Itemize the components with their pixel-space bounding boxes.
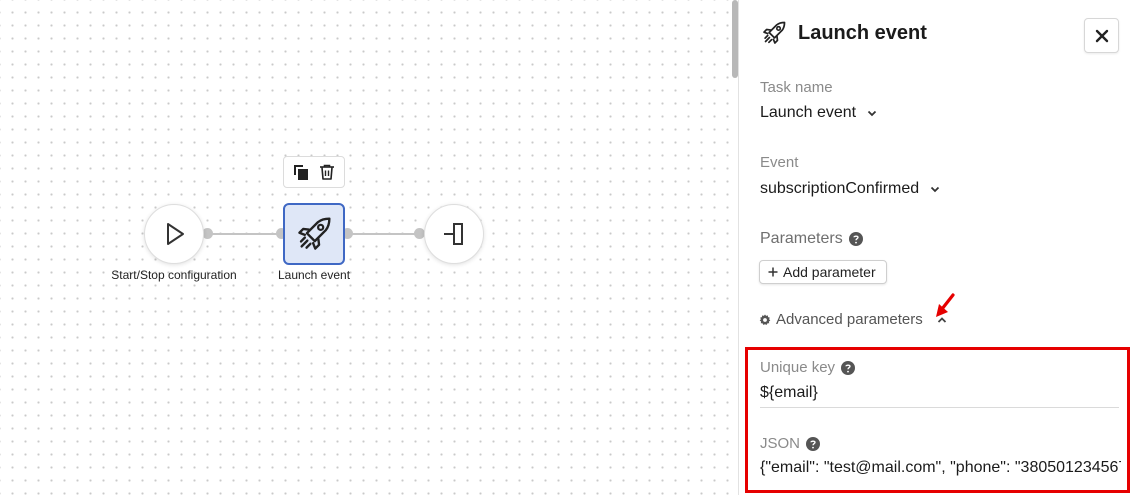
- event-select[interactable]: subscriptionConfirmed: [760, 180, 941, 198]
- panel-header: Launch event: [761, 20, 927, 46]
- parameters-label-text: Parameters: [760, 230, 843, 247]
- chevron-down-icon: [867, 110, 877, 117]
- node-toolbar: [283, 156, 345, 188]
- trash-icon: [320, 164, 334, 180]
- start-node-label: Start/Stop configuration: [111, 268, 237, 282]
- launch-event-node-label: Launch event: [277, 268, 351, 282]
- red-arrow-annotation: [936, 293, 955, 317]
- help-icon[interactable]: [841, 360, 856, 375]
- close-panel-button[interactable]: [1084, 18, 1119, 53]
- json-label: JSON: [760, 435, 821, 452]
- task-settings-panel: Launch event Task name Launch event Even…: [738, 0, 1136, 495]
- parameters-label: Parameters: [760, 230, 863, 248]
- close-icon: [1095, 29, 1108, 42]
- task-name-label-text: Task name: [760, 79, 833, 96]
- event-label: Event: [760, 154, 798, 171]
- launch-event-node[interactable]: [283, 203, 345, 265]
- advanced-parameters-label: Advanced parameters: [776, 311, 923, 328]
- json-input[interactable]: {"email": "test@mail.com", "phone": "380…: [760, 459, 1121, 477]
- unique-key-underline: [760, 407, 1119, 408]
- panel-title: Launch event: [798, 21, 927, 44]
- gear-icon: [759, 314, 771, 325]
- task-name-label: Task name: [760, 79, 833, 96]
- help-icon[interactable]: [806, 436, 821, 451]
- unique-key-value: ${email}: [760, 384, 818, 401]
- plus-icon: [768, 267, 778, 277]
- copy-node-button[interactable]: [292, 163, 310, 181]
- advanced-parameters-toggle[interactable]: Advanced parameters: [759, 311, 948, 328]
- workflow-canvas[interactable]: Start/Stop configuration Launch event: [0, 0, 738, 495]
- end-node[interactable]: [424, 204, 484, 264]
- edge-start-to-launch: [208, 233, 282, 235]
- copy-icon: [294, 165, 308, 180]
- task-name-select[interactable]: Launch event: [760, 104, 878, 122]
- add-parameter-label: Add parameter: [783, 264, 876, 280]
- edge-launch-to-end: [347, 233, 419, 235]
- unique-key-label-text: Unique key: [760, 359, 836, 376]
- event-value: subscriptionConfirmed: [760, 180, 920, 197]
- start-node[interactable]: [144, 204, 204, 264]
- task-name-value: Launch event: [760, 104, 857, 121]
- chevron-down-icon: [931, 186, 940, 193]
- rocket-icon: [763, 21, 786, 44]
- play-icon: [167, 223, 184, 245]
- add-parameter-button[interactable]: Add parameter: [759, 260, 887, 284]
- exit-icon: [444, 223, 463, 245]
- unique-key-label: Unique key: [760, 359, 856, 376]
- event-label-text: Event: [760, 154, 799, 171]
- json-label-text: JSON: [760, 435, 801, 452]
- delete-node-button[interactable]: [318, 163, 336, 181]
- unique-key-input[interactable]: ${email}: [760, 384, 818, 402]
- rocket-icon: [298, 217, 331, 250]
- help-icon[interactable]: [848, 232, 863, 246]
